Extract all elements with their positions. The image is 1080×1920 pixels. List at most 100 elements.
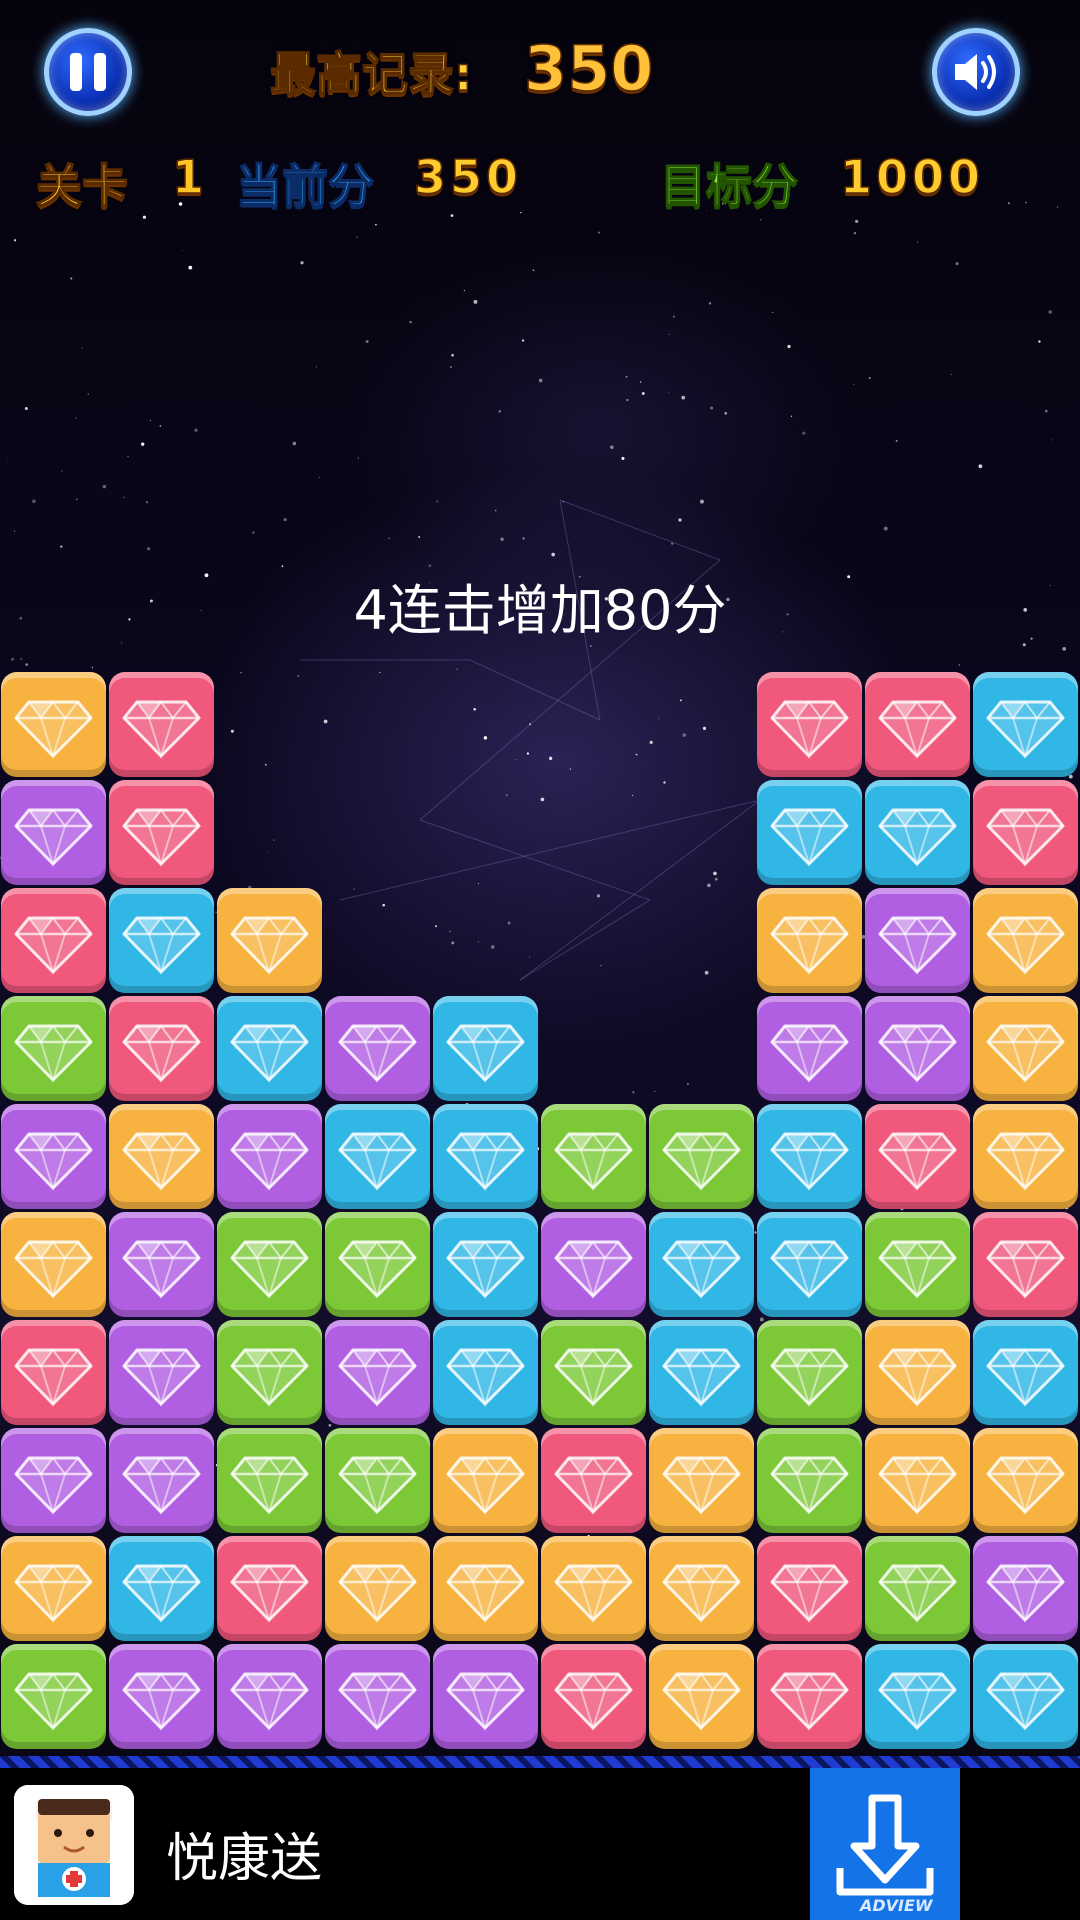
gem-tile-yellow[interactable] (865, 1428, 970, 1533)
gem-tile-cyan[interactable] (757, 1104, 862, 1209)
sound-button[interactable] (932, 28, 1020, 116)
diamond-icon (986, 916, 1065, 976)
gem-tile-pink[interactable] (109, 996, 214, 1101)
gem-tile-pink[interactable] (109, 672, 214, 777)
diamond-icon (230, 916, 309, 976)
gem-tile-pink[interactable] (1, 1320, 106, 1425)
gem-tile-yellow[interactable] (541, 1536, 646, 1641)
gem-tile-purple[interactable] (1, 1104, 106, 1209)
gem-tile-yellow[interactable] (325, 1536, 430, 1641)
ad-app-name[interactable]: 悦康送 (166, 1816, 322, 1891)
gem-tile-green[interactable] (541, 1320, 646, 1425)
gem-tile-green[interactable] (541, 1104, 646, 1209)
gem-tile-purple[interactable] (109, 1428, 214, 1533)
diamond-icon (770, 916, 849, 976)
gem-tile-cyan[interactable] (433, 1320, 538, 1425)
gem-tile-pink[interactable] (865, 1104, 970, 1209)
gem-tile-pink[interactable] (757, 1536, 862, 1641)
diamond-icon (986, 1348, 1065, 1408)
gem-tile-pink[interactable] (973, 780, 1078, 885)
gem-tile-cyan[interactable] (433, 1104, 538, 1209)
gem-tile-pink[interactable] (541, 1428, 646, 1533)
gem-tile-cyan[interactable] (217, 996, 322, 1101)
gem-tile-purple[interactable] (325, 1320, 430, 1425)
gem-tile-yellow[interactable] (433, 1536, 538, 1641)
gem-tile-purple[interactable] (109, 1320, 214, 1425)
gem-tile-green[interactable] (325, 1428, 430, 1533)
diamond-icon (14, 1456, 93, 1516)
gem-tile-yellow[interactable] (1, 1536, 106, 1641)
gem-tile-cyan[interactable] (433, 996, 538, 1101)
diamond-icon (770, 1564, 849, 1624)
gem-tile-yellow[interactable] (1, 1212, 106, 1317)
gem-tile-purple[interactable] (217, 1104, 322, 1209)
gem-tile-yellow[interactable] (1, 672, 106, 777)
gem-tile-yellow[interactable] (757, 888, 862, 993)
gem-tile-purple[interactable] (217, 1644, 322, 1749)
gem-tile-green[interactable] (1, 1644, 106, 1749)
gem-tile-cyan[interactable] (865, 780, 970, 885)
gem-tile-green[interactable] (865, 1212, 970, 1317)
gem-tile-yellow[interactable] (973, 888, 1078, 993)
gem-tile-purple[interactable] (1, 1428, 106, 1533)
ad-app-icon[interactable] (14, 1785, 134, 1905)
gem-tile-yellow[interactable] (109, 1104, 214, 1209)
pause-button[interactable] (44, 28, 132, 116)
gem-tile-cyan[interactable] (757, 1212, 862, 1317)
gem-tile-green[interactable] (217, 1212, 322, 1317)
gem-tile-pink[interactable] (757, 1644, 862, 1749)
gem-tile-pink[interactable] (757, 672, 862, 777)
gem-tile-yellow[interactable] (649, 1644, 754, 1749)
gem-tile-green[interactable] (757, 1428, 862, 1533)
gem-tile-cyan[interactable] (109, 888, 214, 993)
gem-tile-green[interactable] (217, 1428, 322, 1533)
diamond-icon (878, 1672, 957, 1732)
gem-tile-purple[interactable] (109, 1212, 214, 1317)
gem-tile-cyan[interactable] (649, 1212, 754, 1317)
gem-tile-yellow[interactable] (973, 1428, 1078, 1533)
gem-tile-yellow[interactable] (649, 1536, 754, 1641)
gem-tile-purple[interactable] (973, 1536, 1078, 1641)
gem-tile-cyan[interactable] (973, 1644, 1078, 1749)
gem-tile-purple[interactable] (541, 1212, 646, 1317)
gem-tile-green[interactable] (649, 1104, 754, 1209)
gem-tile-cyan[interactable] (649, 1320, 754, 1425)
gem-tile-cyan[interactable] (973, 672, 1078, 777)
gem-tile-cyan[interactable] (973, 1320, 1078, 1425)
gem-tile-purple[interactable] (325, 996, 430, 1101)
diamond-icon (230, 1240, 309, 1300)
gem-tile-cyan[interactable] (865, 1644, 970, 1749)
gem-tile-purple[interactable] (865, 996, 970, 1101)
gem-tile-cyan[interactable] (325, 1104, 430, 1209)
gem-tile-cyan[interactable] (109, 1536, 214, 1641)
gem-tile-pink[interactable] (541, 1644, 646, 1749)
diamond-icon (122, 1564, 201, 1624)
gem-tile-pink[interactable] (217, 1536, 322, 1641)
diamond-icon (662, 1132, 741, 1192)
gem-tile-yellow[interactable] (433, 1428, 538, 1533)
gem-tile-cyan[interactable] (757, 780, 862, 885)
gem-tile-green[interactable] (1, 996, 106, 1101)
gem-tile-pink[interactable] (109, 780, 214, 885)
gem-tile-yellow[interactable] (217, 888, 322, 993)
gem-tile-yellow[interactable] (973, 996, 1078, 1101)
gem-tile-pink[interactable] (1, 888, 106, 993)
gem-tile-pink[interactable] (973, 1212, 1078, 1317)
gem-tile-purple[interactable] (433, 1644, 538, 1749)
gem-tile-yellow[interactable] (865, 1320, 970, 1425)
gem-tile-purple[interactable] (325, 1644, 430, 1749)
gem-tile-purple[interactable] (757, 996, 862, 1101)
gem-tile-cyan[interactable] (433, 1212, 538, 1317)
gem-tile-green[interactable] (757, 1320, 862, 1425)
gem-tile-green[interactable] (217, 1320, 322, 1425)
diamond-icon (446, 1564, 525, 1624)
gem-tile-green[interactable] (325, 1212, 430, 1317)
ad-banner[interactable]: 悦康送 ADVIEW (0, 1768, 1080, 1920)
gem-tile-purple[interactable] (109, 1644, 214, 1749)
gem-tile-yellow[interactable] (649, 1428, 754, 1533)
gem-tile-purple[interactable] (865, 888, 970, 993)
gem-tile-purple[interactable] (1, 780, 106, 885)
gem-tile-green[interactable] (865, 1536, 970, 1641)
gem-tile-yellow[interactable] (973, 1104, 1078, 1209)
gem-tile-pink[interactable] (865, 672, 970, 777)
